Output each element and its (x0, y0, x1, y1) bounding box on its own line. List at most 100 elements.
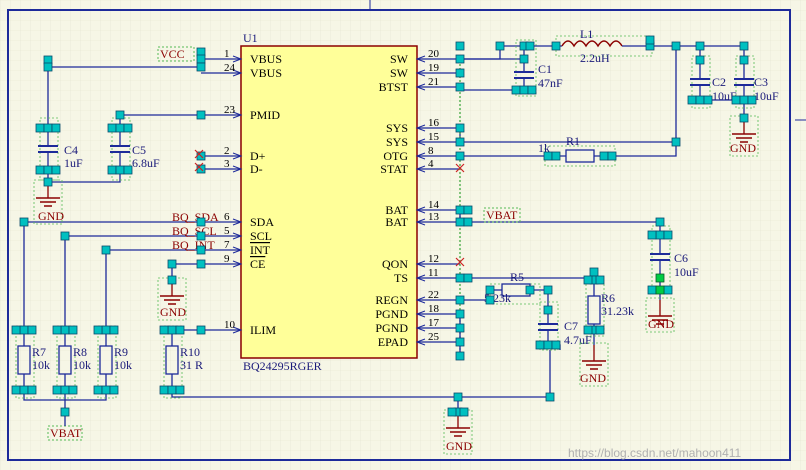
connection-pad[interactable] (551, 340, 561, 350)
connection-pad[interactable] (51, 123, 61, 133)
connection-pad[interactable] (655, 230, 665, 240)
connection-pad[interactable] (455, 41, 465, 51)
connection-pad[interactable] (19, 217, 29, 227)
connection-pad[interactable] (93, 385, 103, 395)
connection-pad[interactable] (519, 54, 529, 64)
connection-pad[interactable] (455, 337, 465, 347)
connection-pad[interactable] (196, 259, 206, 269)
connection-pad[interactable] (463, 205, 473, 215)
net-label-bq-sda[interactable]: BQ_SDA (172, 210, 219, 224)
connection-pad[interactable] (159, 385, 169, 395)
connection-pad[interactable] (447, 407, 457, 417)
connection-pad[interactable] (60, 385, 70, 395)
connection-pad[interactable] (455, 351, 465, 361)
connection-pad[interactable] (543, 285, 553, 295)
connection-pad[interactable] (19, 385, 29, 395)
connection-pad[interactable] (196, 62, 206, 72)
connection-pad[interactable] (115, 123, 125, 133)
connection-pad[interactable] (663, 285, 673, 295)
connection-pad[interactable] (60, 231, 70, 241)
connection-pad[interactable] (731, 95, 741, 105)
connection-pad[interactable] (551, 41, 561, 51)
connection-pad[interactable] (107, 165, 117, 175)
connection-pad[interactable] (52, 325, 62, 335)
connection-pad[interactable] (543, 151, 553, 161)
net-label-vcc[interactable]: VCC (160, 47, 185, 61)
connection-pad[interactable] (455, 217, 465, 227)
connection-pad[interactable] (11, 325, 21, 335)
connection-pad[interactable] (545, 392, 555, 402)
connection-pad[interactable] (60, 407, 70, 417)
connection-pad[interactable] (583, 325, 593, 335)
connection-pad[interactable] (525, 41, 535, 51)
connection-pad[interactable] (35, 165, 45, 175)
connection-pad[interactable] (485, 285, 495, 295)
connection-pad[interactable] (123, 165, 133, 175)
connection-pad[interactable] (51, 165, 61, 175)
connection-pad[interactable] (551, 151, 561, 161)
connection-pad[interactable] (589, 267, 599, 277)
connection-pad[interactable] (52, 385, 62, 395)
connection-pad[interactable] (43, 123, 53, 133)
connection-pad[interactable] (645, 35, 655, 45)
connection-pad[interactable] (511, 85, 521, 95)
connection-pad[interactable] (43, 165, 53, 175)
connection-pad[interactable] (35, 123, 45, 133)
connection-pad[interactable] (27, 325, 37, 335)
connection-pad[interactable] (455, 295, 465, 305)
connection-pad[interactable] (595, 325, 605, 335)
connection-pad[interactable] (27, 385, 37, 395)
connection-pad[interactable] (19, 325, 29, 335)
connection-pad-selected[interactable] (655, 285, 665, 295)
connection-pad[interactable] (123, 123, 133, 133)
connection-pad[interactable] (527, 85, 537, 95)
connection-pad[interactable] (455, 273, 465, 283)
net-label-bq-int[interactable]: BQ_INT (172, 238, 215, 252)
connection-pad[interactable] (93, 325, 103, 335)
connection-pad[interactable] (455, 205, 465, 215)
connection-pad[interactable] (543, 340, 553, 350)
connection-pad[interactable] (167, 325, 177, 335)
connection-pad[interactable] (175, 385, 185, 395)
connection-pad[interactable] (525, 285, 535, 295)
connection-pad[interactable] (68, 325, 78, 335)
connection-pad[interactable] (739, 41, 749, 51)
connection-pad[interactable] (43, 62, 53, 72)
connection-pad[interactable] (115, 110, 125, 120)
connection-pad[interactable] (453, 392, 463, 402)
connection-pad[interactable] (109, 385, 119, 395)
connection-pad[interactable] (455, 151, 465, 161)
connection-pad[interactable] (739, 95, 749, 105)
connection-pad[interactable] (703, 95, 713, 105)
connection-pad[interactable] (687, 95, 697, 105)
connection-pad[interactable] (519, 85, 529, 95)
connection-pad[interactable] (196, 245, 206, 255)
connection-pad[interactable] (175, 325, 185, 335)
connection-pad[interactable] (455, 68, 465, 78)
connection-pad[interactable] (607, 151, 617, 161)
connection-pad[interactable] (583, 275, 593, 285)
net-label-vbat-top[interactable]: VBAT (486, 208, 518, 222)
connection-pad[interactable] (485, 295, 495, 305)
connection-pad[interactable] (599, 151, 609, 161)
connection-pad[interactable] (543, 305, 553, 315)
connection-pad[interactable] (159, 325, 169, 335)
net-label-vbat-bottom[interactable]: VBAT (50, 426, 82, 440)
connection-pad[interactable] (459, 407, 469, 417)
connection-pad[interactable] (455, 82, 465, 92)
connection-pad[interactable] (535, 340, 545, 350)
connection-pad[interactable] (196, 54, 206, 64)
connection-pad[interactable] (663, 230, 673, 240)
connection-pad[interactable] (101, 325, 111, 335)
connection-pad[interactable] (495, 41, 505, 51)
connection-pad[interactable] (695, 41, 705, 51)
connection-pad[interactable] (463, 273, 473, 283)
connection-pad[interactable] (695, 95, 705, 105)
connection-pad[interactable] (43, 177, 53, 187)
connection-pad[interactable] (455, 123, 465, 133)
connection-pad[interactable] (671, 41, 681, 51)
net-label-bq-scl[interactable]: BQ_SCL (172, 224, 217, 238)
connection-pad[interactable] (196, 231, 206, 241)
connection-pad[interactable] (101, 245, 111, 255)
connection-pad[interactable] (196, 110, 206, 120)
